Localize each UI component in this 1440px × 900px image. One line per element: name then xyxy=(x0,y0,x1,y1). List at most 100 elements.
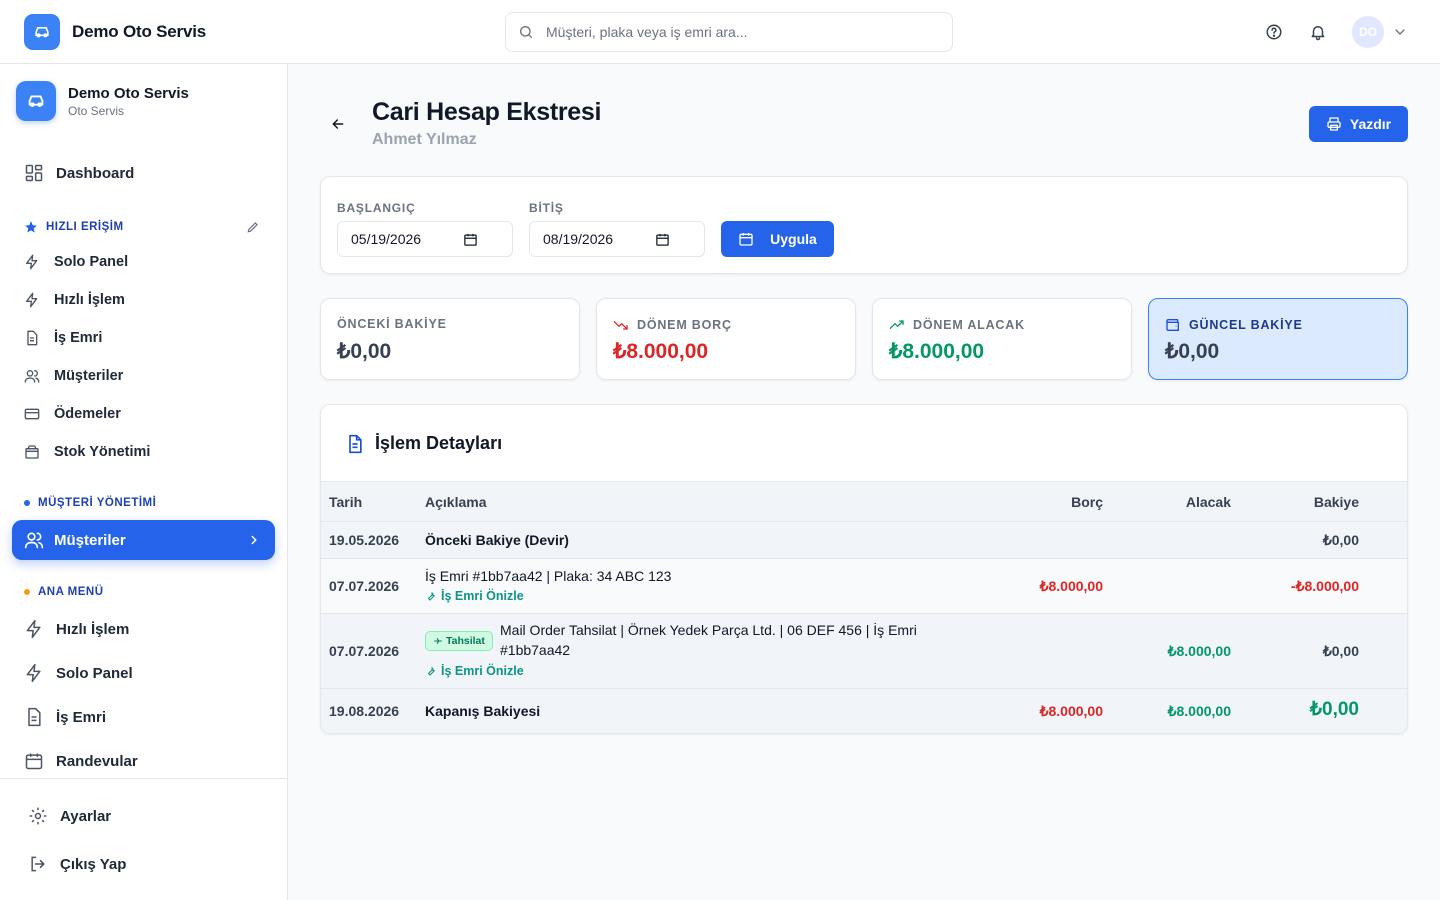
stat-label: DÖNEM ALACAK xyxy=(889,317,1025,333)
section-dot xyxy=(24,589,30,595)
apply-button-label: Uygula xyxy=(770,231,817,247)
bolt-icon xyxy=(24,254,40,270)
sidebar-item-label: Hızlı İşlem xyxy=(54,292,125,308)
avatar[interactable]: DO xyxy=(1352,16,1384,48)
credit-card-icon xyxy=(24,406,40,422)
sidebar: Demo Oto Servis Oto Servis Dashboard HIZ… xyxy=(0,64,288,900)
footer-debt: ₺8.000,00 xyxy=(1039,703,1103,719)
row-description: Mail Order Tahsilat | Örnek Yedek Parça … xyxy=(500,622,917,638)
arrow-left-icon[interactable] xyxy=(330,116,346,132)
start-date-value: 05/19/2026 xyxy=(351,231,422,247)
sidebar-item-label: Solo Panel xyxy=(54,254,129,270)
table-row: 19.05.2026 Önceki Bakiye (Devir) ₺0,00 xyxy=(321,522,1407,559)
edit-icon[interactable] xyxy=(246,220,260,234)
apply-button[interactable]: Uygula xyxy=(721,221,834,257)
sidebar-subtitle: Oto Servis xyxy=(68,103,125,118)
sidebar-item-label: Randevular xyxy=(56,752,138,770)
sidebar-item-customers[interactable]: Müşteriler xyxy=(24,368,123,384)
sidebar-item-payments[interactable]: Ödemeler xyxy=(24,406,121,422)
printer-icon xyxy=(1326,116,1342,132)
section-dot xyxy=(24,500,30,506)
row-date: 07.07.2026 xyxy=(329,578,400,594)
calendar-icon[interactable] xyxy=(463,232,478,247)
transactions-header: İşlem Detayları xyxy=(345,433,502,454)
trending-down-icon xyxy=(613,317,629,333)
work-order-preview-link[interactable]: İş Emri Önizle xyxy=(425,589,524,603)
footer-date: 19.08.2026 xyxy=(329,703,400,719)
link-label: İş Emri Önizle xyxy=(441,664,524,678)
main-menu-section: ANA MENÜ xyxy=(24,586,104,598)
row-description-continued: #1bb7aa42 xyxy=(500,642,571,658)
sidebar-item-dashboard[interactable]: Dashboard xyxy=(24,163,134,183)
divider xyxy=(0,778,287,779)
column-header-debt[interactable]: Borç xyxy=(1003,494,1103,510)
badge-label: Tahsilat xyxy=(446,635,485,647)
quick-access-section: HIZLI ERİŞİM xyxy=(24,220,124,234)
chevron-down-icon[interactable] xyxy=(1392,24,1408,40)
work-order-preview-link[interactable]: İş Emri Önizle xyxy=(425,664,524,678)
sidebar-title: Demo Oto Servis xyxy=(68,84,189,102)
stat-card-current-balance: GÜNCEL BAKİYE ₺0,00 xyxy=(1148,298,1408,380)
row-balance: ₺0,00 xyxy=(1322,643,1359,659)
wrench-icon xyxy=(425,665,437,677)
footer-credit: ₺8.000,00 xyxy=(1167,703,1231,719)
dashboard-icon xyxy=(24,163,44,183)
sidebar-item-appointments[interactable]: Randevular xyxy=(24,751,138,771)
transactions-card: İşlem Detayları Tarih Açıklama Borç Alac… xyxy=(320,404,1408,734)
sidebar-item-settings[interactable]: Ayarlar xyxy=(28,806,111,826)
users-icon xyxy=(24,368,40,384)
money-icon xyxy=(433,636,443,646)
section-label: MÜŞTERİ YÖNETİMİ xyxy=(38,497,157,509)
search-input[interactable] xyxy=(546,24,926,40)
car-icon xyxy=(24,14,60,50)
sidebar-item-label: Müşteriler xyxy=(54,531,126,549)
sidebar-item-work-order[interactable]: İş Emri xyxy=(24,330,102,346)
bolt-icon xyxy=(24,619,44,639)
date-filter-card: BAŞLANGIÇ 05/19/2026 BİTİŞ 08/19/2026 Uy… xyxy=(320,176,1408,274)
help-icon[interactable] xyxy=(1264,22,1284,42)
sidebar-item-solo-panel-main[interactable]: Solo Panel xyxy=(24,663,133,683)
wrench-icon xyxy=(425,590,437,602)
calendar-icon[interactable] xyxy=(655,232,670,247)
star-icon xyxy=(24,220,38,234)
brand-name: Demo Oto Servis xyxy=(72,22,206,41)
sidebar-item-quick-op-main[interactable]: Hızlı İşlem xyxy=(24,619,129,639)
column-header-credit[interactable]: Alacak xyxy=(1131,494,1231,510)
brand[interactable]: Demo Oto Servis xyxy=(24,14,206,50)
stat-label: GÜNCEL BAKİYE xyxy=(1165,317,1303,333)
document-icon xyxy=(345,434,365,454)
column-header-balance[interactable]: Bakiye xyxy=(1259,494,1359,510)
table-row: 07.07.2026 Tahsilat Mail Order Tahsilat … xyxy=(321,614,1407,689)
stat-value: ₺0,00 xyxy=(1165,340,1220,363)
users-icon xyxy=(24,530,44,550)
main-content: Cari Hesap Ekstresi Ahmet Yılmaz Yazdır … xyxy=(288,64,1440,900)
status-badge: Tahsilat xyxy=(425,631,493,651)
stat-card-period-credit: DÖNEM ALACAK ₺8.000,00 xyxy=(872,298,1132,380)
chevron-right-icon xyxy=(247,533,261,547)
sidebar-item-work-order-main[interactable]: İş Emri xyxy=(24,707,106,727)
sidebar-item-label: Ödemeler xyxy=(54,406,121,422)
sidebar-item-solo-panel[interactable]: Solo Panel xyxy=(24,254,128,270)
sidebar-item-label: Solo Panel xyxy=(56,664,133,682)
search-box[interactable] xyxy=(505,12,953,52)
sidebar-item-label: Stok Yönetimi xyxy=(54,444,151,460)
document-icon xyxy=(24,707,44,727)
section-label: HIZLI ERİŞİM xyxy=(46,221,124,233)
sidebar-item-stock[interactable]: Stok Yönetimi xyxy=(24,444,150,460)
column-header-description[interactable]: Açıklama xyxy=(425,494,486,510)
sidebar-item-logout[interactable]: Çıkış Yap xyxy=(28,854,126,874)
stat-value: ₺8.000,00 xyxy=(613,340,709,363)
bolt-icon xyxy=(24,663,44,683)
bell-icon[interactable] xyxy=(1308,22,1328,42)
sidebar-item-customers-active[interactable]: Müşteriler xyxy=(12,520,275,560)
link-label: İş Emri Önizle xyxy=(441,589,524,603)
print-button[interactable]: Yazdır xyxy=(1309,106,1408,142)
row-credit: ₺8.000,00 xyxy=(1167,643,1231,659)
end-date-input[interactable]: 08/19/2026 xyxy=(529,221,705,257)
sidebar-item-quick-op[interactable]: Hızlı İşlem xyxy=(24,292,125,308)
car-icon xyxy=(16,81,56,121)
start-date-input[interactable]: 05/19/2026 xyxy=(337,221,513,257)
trending-up-icon xyxy=(889,317,905,333)
column-header-date[interactable]: Tarih xyxy=(329,494,362,510)
bolt-icon xyxy=(24,292,40,308)
